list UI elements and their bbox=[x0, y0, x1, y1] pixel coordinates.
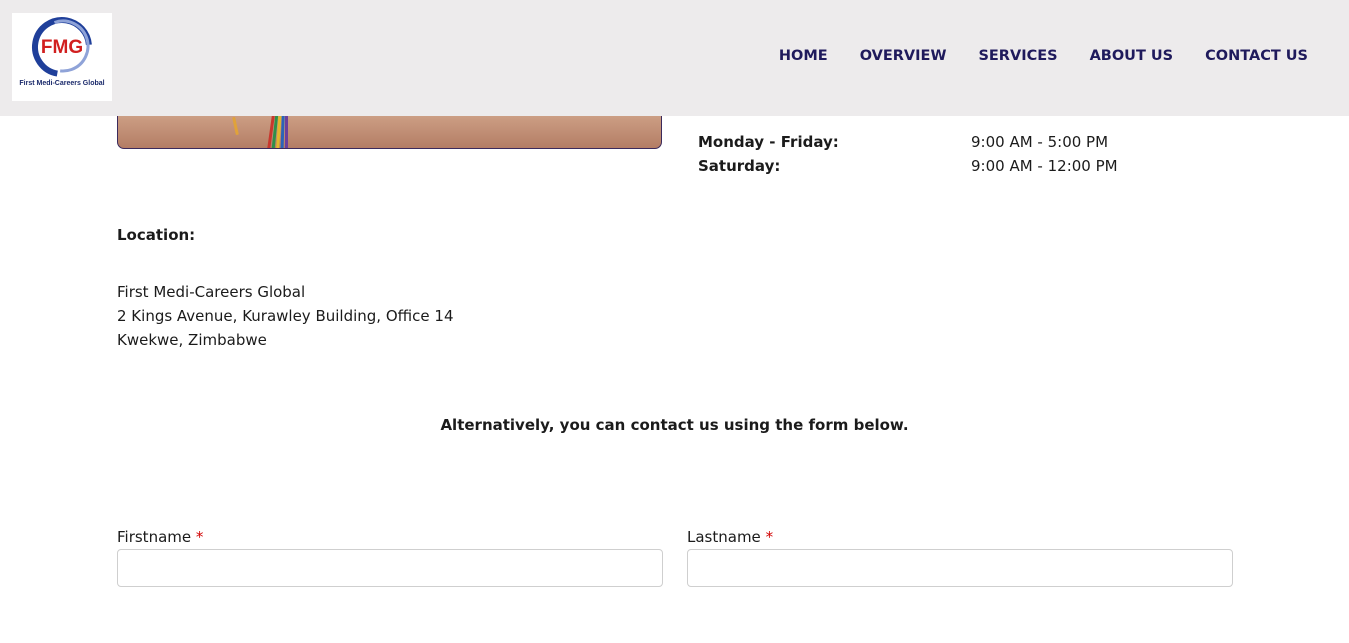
main-nav: HOME OVERVIEW SERVICES ABOUT US CONTACT … bbox=[747, 48, 1308, 64]
logo-initials: FMG bbox=[41, 37, 83, 58]
site-header: FMG First Medi-Careers Global HOME OVERV… bbox=[0, 0, 1349, 116]
nav-services[interactable]: SERVICES bbox=[978, 48, 1057, 64]
hours-row: Saturday: 9:00 AM - 12:00 PM bbox=[698, 157, 1258, 181]
firstname-label: Firstname * bbox=[117, 528, 203, 546]
hours-time: 9:00 AM - 12:00 PM bbox=[971, 157, 1118, 175]
lastname-label: Lastname * bbox=[687, 528, 773, 546]
lastname-label-text: Lastname bbox=[687, 528, 761, 546]
hours-row: Monday - Friday: 9:00 AM - 5:00 PM bbox=[698, 133, 1258, 157]
nav-contact-us[interactable]: CONTACT US bbox=[1205, 48, 1308, 64]
location-address: First Medi-Careers Global 2 Kings Avenue… bbox=[117, 280, 453, 352]
firstname-label-text: Firstname bbox=[117, 528, 192, 546]
nav-home[interactable]: HOME bbox=[779, 48, 828, 64]
address-line: 2 Kings Avenue, Kurawley Building, Offic… bbox=[117, 307, 454, 325]
logo-emblem-icon: FMG bbox=[31, 17, 92, 77]
required-marker: * bbox=[765, 528, 774, 546]
lastname-input[interactable] bbox=[687, 549, 1233, 587]
nav-about-us[interactable]: ABOUT US bbox=[1090, 48, 1174, 64]
firstname-input[interactable] bbox=[117, 549, 663, 587]
hours-day: Monday - Friday: bbox=[698, 133, 839, 151]
opening-hours: Monday - Friday: 9:00 AM - 5:00 PM Satur… bbox=[698, 133, 1258, 181]
contact-form-intro: Alternatively, you can contact us using … bbox=[440, 416, 909, 434]
nav-overview[interactable]: OVERVIEW bbox=[860, 48, 947, 64]
address-line: Kwekwe, Zimbabwe bbox=[117, 331, 267, 349]
hours-day: Saturday: bbox=[698, 157, 781, 175]
hours-time: 9:00 AM - 5:00 PM bbox=[971, 133, 1109, 151]
address-line: First Medi-Careers Global bbox=[117, 283, 306, 301]
site-logo[interactable]: FMG First Medi-Careers Global bbox=[12, 13, 112, 101]
location-heading: Location: bbox=[117, 226, 196, 244]
required-marker: * bbox=[195, 528, 204, 546]
logo-name: First Medi-Careers Global bbox=[19, 80, 105, 87]
